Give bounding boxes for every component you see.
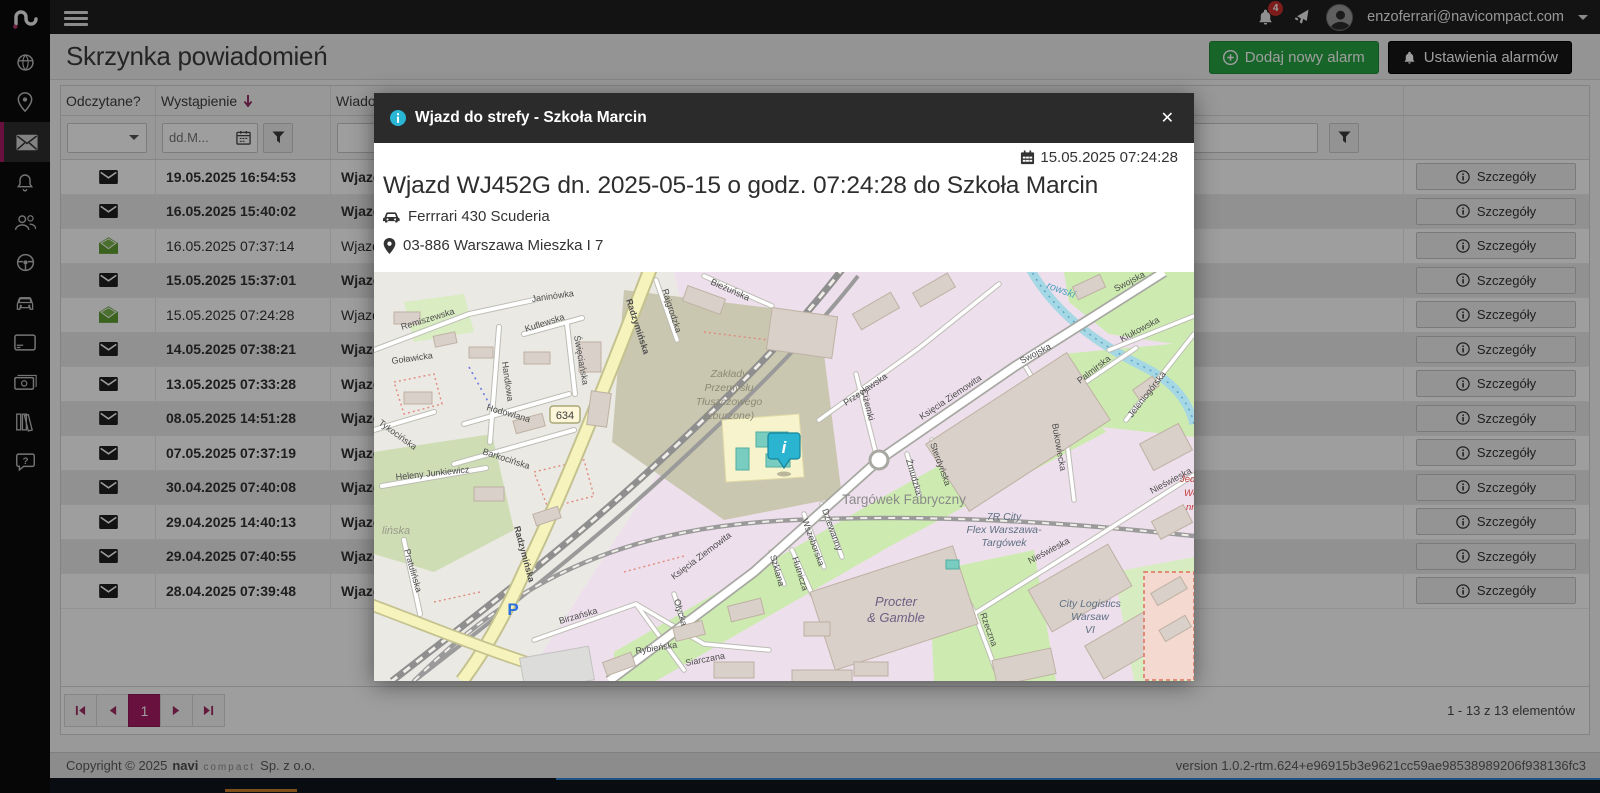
place-label: Targówek Fabryczny bbox=[842, 492, 966, 507]
area-label: (zburzone) bbox=[704, 410, 754, 422]
notification-details-modal: Wjazd do strefy - Szkoła Marcin ✕ 15.05.… bbox=[374, 93, 1194, 681]
event-timestamp: 15.05.2025 07:24:28 bbox=[1040, 149, 1178, 166]
info-circle-icon bbox=[390, 110, 406, 126]
area-label-fragment: nr bbox=[1186, 502, 1194, 513]
area-label-fragment: Jed bbox=[1179, 474, 1194, 485]
building-label: Warsaw bbox=[1071, 611, 1110, 623]
area-label: Przemysłu bbox=[704, 382, 753, 394]
building-label: VI bbox=[1085, 624, 1095, 636]
parking-label: P bbox=[507, 600, 518, 619]
calendar-icon bbox=[1020, 150, 1035, 165]
area-label: lińska bbox=[382, 525, 410, 537]
modal-title: Wjazd do strefy - Szkoła Marcin bbox=[415, 109, 1148, 127]
map-canvas: Janinówka Remiszewska Goławicka Handlowa… bbox=[374, 272, 1194, 681]
event-heading: Wjazd WJ452G dn. 2025-05-15 o godz. 07:2… bbox=[383, 172, 1178, 200]
close-icon[interactable]: ✕ bbox=[1157, 106, 1178, 130]
svg-text:634: 634 bbox=[556, 410, 574, 422]
event-address: 03-886 Warszawa Mieszka I 7 bbox=[403, 237, 603, 254]
area-label: Zakłady bbox=[710, 368, 749, 380]
area-label-fragment: Wo bbox=[1184, 488, 1194, 499]
road-shield-634: 634 bbox=[550, 406, 580, 423]
address-row: 03-886 Warszawa Mieszka I 7 bbox=[383, 237, 1178, 254]
modal-header[interactable]: Wjazd do strefy - Szkoła Marcin ✕ bbox=[374, 93, 1194, 143]
building-label: Procter bbox=[875, 594, 918, 609]
building-label: 7R City bbox=[987, 511, 1022, 523]
area-label: Tłuszczowego bbox=[696, 396, 763, 408]
modal-body: 15.05.2025 07:24:28 Wjazd WJ452G dn. 202… bbox=[374, 143, 1194, 272]
vehicle-name: Ferrrari 430 Scuderia bbox=[408, 208, 550, 225]
vehicle-row: Ferrrari 430 Scuderia bbox=[383, 208, 1178, 225]
building-label: City Logistics bbox=[1059, 598, 1122, 610]
building-label: & Gamble bbox=[867, 610, 925, 625]
building-label: Flex Warszawa- bbox=[966, 524, 1042, 536]
location-pin-icon bbox=[383, 238, 396, 254]
car-icon bbox=[383, 210, 401, 224]
building-label: Targówek bbox=[981, 537, 1027, 549]
map[interactable]: Janinówka Remiszewska Goławicka Handlowa… bbox=[374, 272, 1194, 681]
event-timestamp-row: 15.05.2025 07:24:28 bbox=[383, 149, 1178, 166]
